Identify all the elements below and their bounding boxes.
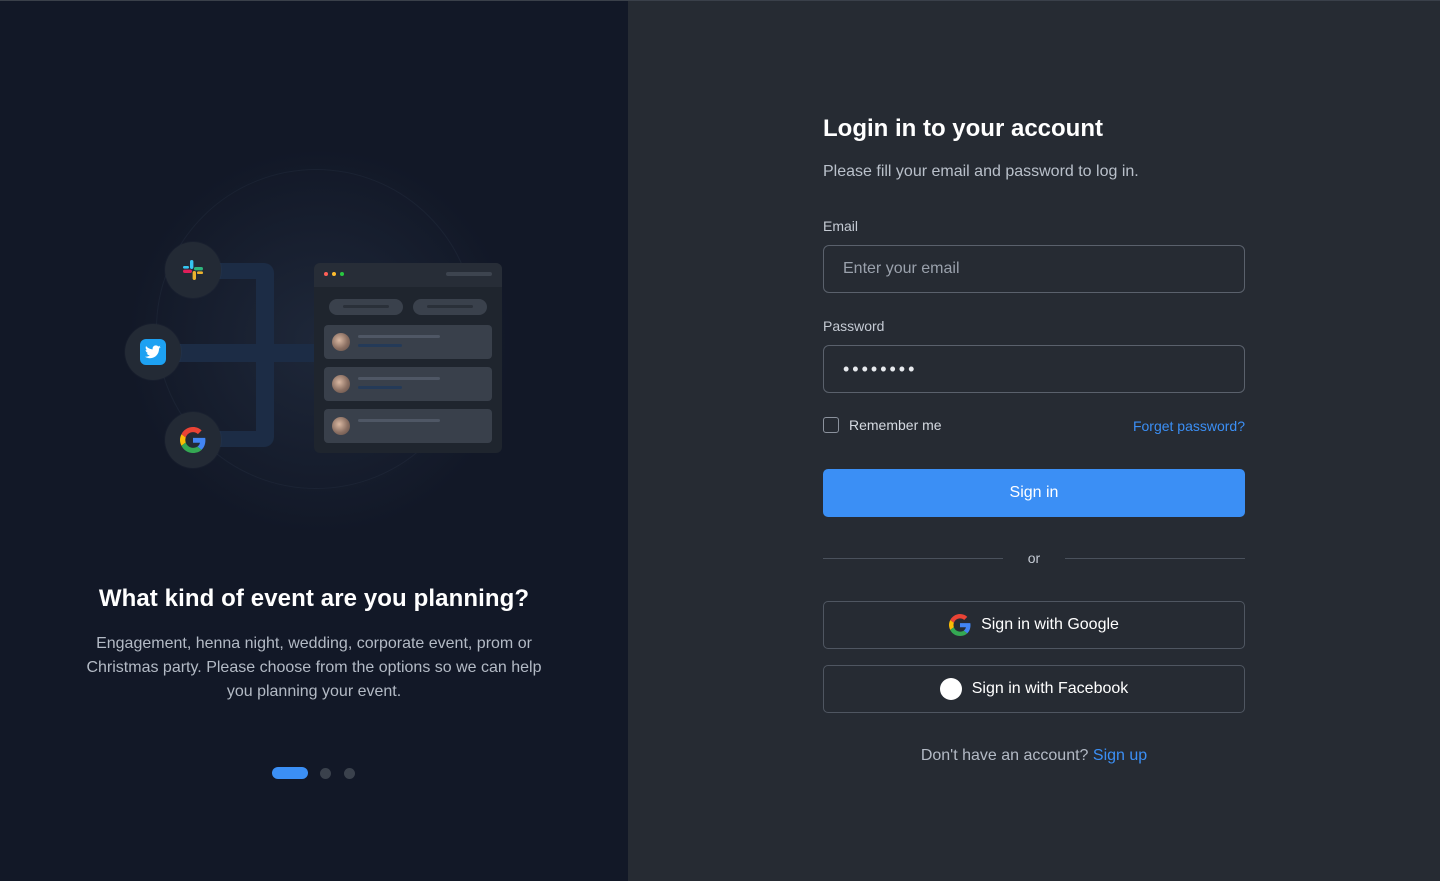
remember-label: Remember me: [849, 417, 942, 433]
close-dot: [324, 272, 328, 276]
or-divider: or: [823, 549, 1245, 569]
page-title: Login in to your account: [823, 115, 1103, 142]
google-icon: [949, 614, 971, 636]
avatar: [332, 375, 350, 393]
login-panel: Login in to your account Please fill you…: [628, 1, 1440, 881]
email-label: Email: [823, 218, 859, 234]
maximize-dot: [340, 272, 344, 276]
twitter-icon: [140, 339, 166, 365]
password-label: Password: [823, 318, 885, 334]
slack-app-circle: [165, 242, 221, 298]
forgot-password-link[interactable]: Forget password?: [1133, 418, 1245, 434]
avatar: [332, 333, 350, 351]
pager-dot-active[interactable]: [272, 767, 308, 779]
mock-app-window: [314, 263, 502, 453]
avatar: [332, 417, 350, 435]
facebook-icon: [939, 678, 962, 700]
remember-checkbox[interactable]: [823, 417, 839, 433]
google-signin-label: Sign in with Google: [981, 616, 1119, 633]
mock-list-item: [324, 367, 492, 401]
google-app-circle: [165, 412, 221, 468]
mock-tab-pill: [413, 299, 487, 315]
signup-prompt: Don't have an account? Sign up: [823, 747, 1245, 765]
onboarding-title: What kind of event are you planning?: [98, 585, 530, 612]
google-signin-button[interactable]: Sign in with Google: [823, 601, 1245, 649]
integrations-illustration: [0, 1, 628, 561]
mock-list-item: [324, 409, 492, 443]
facebook-signin-button[interactable]: Sign in with Facebook: [823, 665, 1245, 713]
connector-twitter: [178, 344, 318, 362]
facebook-signin-label: Sign in with Facebook: [971, 680, 1129, 697]
mock-tab-pill: [329, 299, 403, 315]
email-field[interactable]: [823, 245, 1245, 293]
onboarding-description: Engagement, henna night, wedding, corpor…: [86, 635, 542, 700]
slack-icon: [183, 260, 203, 280]
sign-in-button[interactable]: Sign in: [823, 469, 1245, 517]
google-icon: [180, 427, 206, 453]
pager-dot[interactable]: [344, 768, 355, 779]
password-field[interactable]: [823, 345, 1245, 393]
or-label: or: [1027, 550, 1041, 566]
minimize-dot: [332, 272, 336, 276]
sign-up-link[interactable]: Sign up: [1093, 747, 1147, 764]
twitter-app-circle: [125, 324, 181, 380]
mock-window-titlebar: [314, 263, 502, 287]
onboarding-panel: What kind of event are you planning? Eng…: [0, 1, 628, 881]
mock-title-line: [446, 272, 492, 276]
mock-list-item: [324, 325, 492, 359]
pager-dot[interactable]: [320, 768, 331, 779]
no-account-text: Don't have an account?: [920, 747, 1089, 764]
connector-google: [218, 431, 274, 447]
remember-me[interactable]: Remember me: [823, 417, 942, 433]
page-subtitle: Please fill your email and password to l…: [823, 163, 1139, 180]
